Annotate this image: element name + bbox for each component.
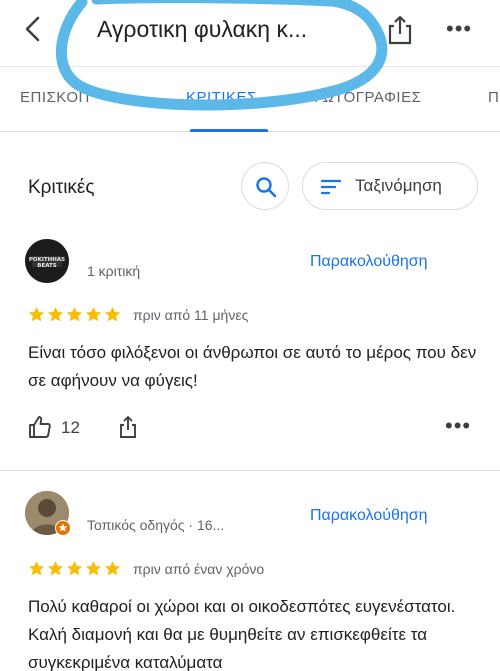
review-date: πριν από 11 μήνες: [133, 307, 249, 323]
review-text: Είναι τόσο φιλόξενοι οι άνθρωποι σε αυτό…: [28, 343, 477, 390]
reviewer-meta: Τοπικός οδηγός · 16...: [87, 517, 225, 533]
star-icon: [66, 561, 83, 576]
review-text: Πολύ καθαροί οι χώροι και οι οικοδεσπότε…: [28, 597, 456, 671]
section-title: Κριτικές: [28, 177, 95, 198]
app-bar: Αγροτικη φυλακη κ... •••: [0, 0, 500, 66]
star-rating: [28, 306, 121, 324]
page-title: Αγροτικη φυλακη κ...: [97, 16, 308, 42]
reviewer-meta: 1 κριτική: [87, 263, 141, 279]
star-icon: [28, 307, 45, 322]
thumb-up-icon[interactable]: [28, 415, 52, 439]
local-guide-badge-icon: [55, 520, 71, 536]
star-icon: [104, 307, 121, 322]
review-card: Τοπικός οδηγός · 16... Παρακολούθηση πρι…: [0, 471, 500, 671]
star-rating: [28, 560, 121, 578]
star-icon: [28, 561, 45, 576]
follow-button[interactable]: Παρακολούθηση: [310, 253, 428, 271]
reviews-header: Κριτικές Ταξινόμηση: [0, 145, 500, 225]
search-icon: [256, 177, 277, 198]
like-count: 12: [61, 418, 80, 437]
sort-icon: [321, 179, 341, 195]
tab-photos[interactable]: ΦΩΤΟΓΡΑΦΙΕΣ: [310, 89, 421, 106]
avatar-logo: POKITHHAS BEATS: [25, 239, 69, 283]
sort-label: Ταξινόμηση: [355, 176, 442, 195]
tab-bar: ΕΠΙΣΚΟΠ ΚΡΙΤΙΚΕΣ ΦΩΤΟΓΡΑΦΙΕΣ Π: [0, 66, 500, 132]
star-icon: [47, 307, 64, 322]
more-options-button[interactable]: •••: [446, 16, 474, 41]
review-card: POKITHHAS BEATS 1 κριτική Παρακολούθηση …: [0, 225, 500, 470]
active-tab-indicator: [190, 129, 268, 132]
star-icon: [47, 561, 64, 576]
star-icon: [85, 307, 102, 322]
tab-more[interactable]: Π: [488, 89, 499, 106]
tab-overview[interactable]: ΕΠΙΣΚΟΠ: [20, 89, 90, 106]
review-more-button[interactable]: •••: [445, 413, 471, 439]
avatar[interactable]: POKITHHAS BEATS: [25, 239, 69, 283]
svg-text:BEATS: BEATS: [37, 263, 57, 269]
search-reviews-button[interactable]: [241, 162, 289, 210]
follow-button[interactable]: Παρακολούθηση: [310, 507, 428, 525]
share-icon[interactable]: [118, 415, 138, 439]
star-icon: [104, 561, 121, 576]
share-icon[interactable]: [386, 14, 414, 46]
arrow-back-icon[interactable]: [18, 14, 48, 44]
review-date: πριν από έναν χρόνο: [133, 561, 265, 577]
star-icon: [85, 561, 102, 576]
sort-button[interactable]: Ταξινόμηση: [302, 162, 478, 210]
tab-reviews[interactable]: ΚΡΙΤΙΚΕΣ: [186, 89, 257, 106]
star-icon: [66, 307, 83, 322]
